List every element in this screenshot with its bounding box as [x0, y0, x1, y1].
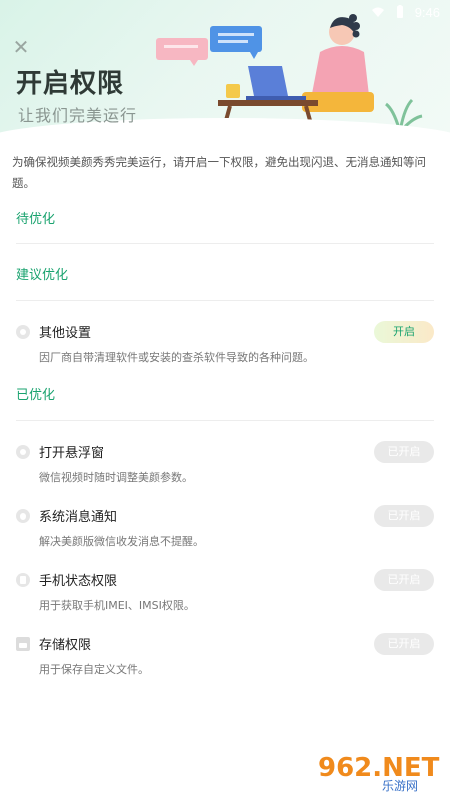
page-title: 开启权限: [16, 69, 125, 99]
battery-icon: [396, 5, 403, 18]
close-icon[interactable]: ✕: [12, 37, 30, 57]
divider: [16, 300, 434, 301]
item-desc: 解决美颜版微信收发消息不提醒。: [39, 535, 204, 548]
watermark-logo: 962.NET 乐游网: [312, 748, 444, 794]
item-desc: 微信视频时随时调整美颜参数。: [39, 471, 193, 484]
section-title-pending: 待优化: [16, 212, 56, 227]
item-desc: 因厂商自带清理软件或安装的查杀软件导致的各种问题。: [39, 351, 314, 364]
item-title: 系统消息通知: [39, 510, 118, 525]
section-title-optimized: 已优化: [16, 388, 56, 403]
divider: [16, 420, 434, 421]
enable-button[interactable]: 开启: [374, 321, 434, 343]
watermark-sub: 乐游网: [382, 779, 418, 793]
item-desc: 用于保存自定义文件。: [39, 663, 149, 676]
section-title-suggested: 建议优化: [16, 268, 69, 283]
status-time: 9:46: [414, 4, 440, 20]
item-title: 打开悬浮窗: [39, 446, 105, 461]
gear-icon: [16, 325, 30, 339]
watermark-brand: 962.NET: [318, 753, 440, 783]
enabled-button[interactable]: 已开启: [374, 441, 434, 463]
item-title: 手机状态权限: [39, 574, 118, 589]
phone-icon: [16, 573, 30, 587]
page-subtitle: 让我们完美运行: [18, 106, 138, 125]
status-bar: 9:46: [0, 0, 450, 24]
item-title: 其他设置: [39, 326, 92, 341]
enabled-button[interactable]: 已开启: [374, 633, 434, 655]
list-item-floating-window[interactable]: 打开悬浮窗 微信视频时随时调整美颜参数。 已开启: [16, 441, 434, 492]
list-item-other-settings[interactable]: 其他设置 因厂商自带清理软件或安装的查杀软件导致的各种问题。 开启: [16, 321, 434, 372]
wifi-icon: [371, 7, 384, 17]
folder-icon: [16, 637, 30, 651]
list-item-phone-state[interactable]: 手机状态权限 用于获取手机IMEI、IMSI权限。 已开启: [16, 569, 434, 620]
enabled-button[interactable]: 已开启: [374, 505, 434, 527]
item-desc: 用于获取手机IMEI、IMSI权限。: [39, 599, 195, 612]
list-item-notifications[interactable]: 系统消息通知 解决美颜版微信收发消息不提醒。 已开启: [16, 505, 434, 556]
list-item-storage[interactable]: 存储权限 用于保存自定义文件。 已开启: [16, 633, 434, 684]
enabled-button[interactable]: 已开启: [374, 569, 434, 591]
divider: [16, 243, 434, 244]
item-title: 存储权限: [39, 638, 92, 653]
intro-text: 为确保视频美颜秀秀完美运行，请开启一下权限，避免出现闪退、无消息通知等问题。: [12, 155, 426, 190]
bell-icon: [16, 509, 30, 523]
window-icon: [16, 445, 30, 459]
